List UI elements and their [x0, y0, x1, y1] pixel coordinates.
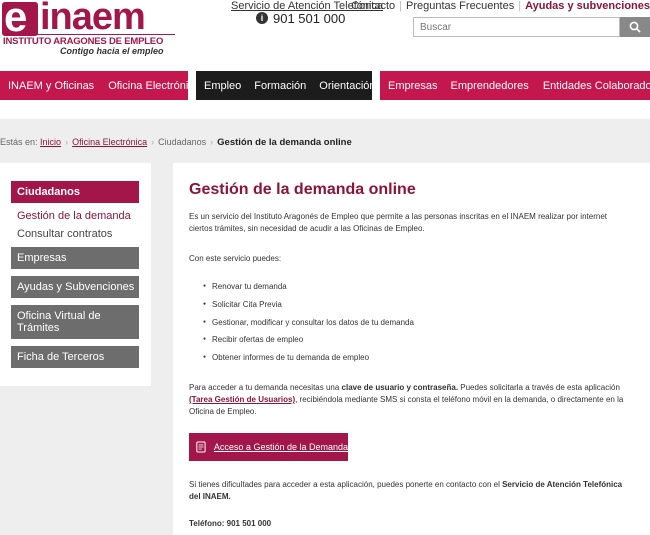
access-text-2: Puedes solicitarla a través de esta apli…: [458, 383, 620, 392]
nav-group-business: Empresas Emprendedores Entidades Colabor…: [380, 71, 650, 100]
sidebar-item-oficina-virtual[interactable]: Oficina Virtual de Trámites: [11, 305, 139, 339]
list-item: Solicitar Cita Previa: [203, 299, 414, 317]
services-heading: Con este servicio puedes:: [189, 254, 282, 263]
breadcrumb-separator: ›: [65, 137, 69, 147]
info-icon: i: [256, 12, 268, 24]
document-icon: [196, 441, 206, 453]
help-text: Si tienes dificultades para acceder a es…: [189, 479, 629, 503]
breadcrumb-oficina[interactable]: Oficina Electrónica: [72, 137, 147, 147]
search-input[interactable]: [413, 17, 620, 37]
breadcrumb-separator: ›: [151, 137, 155, 147]
nav-emprendedores[interactable]: Emprendedores: [451, 80, 529, 92]
search-icon: [629, 21, 641, 33]
phone-number: 901 501 000: [273, 11, 346, 26]
intro-text: Es un servicio del Instituto Aragonés de…: [189, 212, 607, 233]
access-credentials: clave de usuario y contraseña.: [341, 383, 459, 392]
sidebar: Ciudadanos Gestión de la demanda Consult…: [0, 163, 151, 386]
access-demand-button[interactable]: Acceso a Gestión de la Demanda: [189, 433, 348, 461]
sidebar-item-ciudadanos[interactable]: Ciudadanos: [11, 181, 139, 203]
nav-oficina-electronica[interactable]: Oficina Electrónica: [108, 80, 200, 92]
top-links: Contacto | Preguntas Frecuentes | Ayudas y s…: [351, 0, 650, 12]
sidebar-sub-gestion-demanda[interactable]: Gestión de la demanda: [17, 210, 131, 222]
main-content: Gestión de la demanda online Es un servi…: [173, 163, 650, 535]
nav-orientacion[interactable]: Orientación: [319, 80, 375, 92]
nav-empresas[interactable]: Empresas: [388, 80, 438, 92]
nav-inaem-oficinas[interactable]: INAEM y Oficinas: [8, 80, 94, 92]
separator: |: [399, 0, 402, 12]
list-item: Renovar tu demanda: [203, 281, 414, 299]
breadcrumb-prefix: Estás en:: [0, 137, 38, 147]
user-management-link[interactable]: (Tarea Gestión de Usuarios): [189, 395, 295, 404]
sidebar-item-empresas[interactable]: Empresas: [11, 247, 139, 269]
services-list: Renovar tu demanda Solicitar Cita Previa…: [203, 281, 414, 370]
logo-letter: e: [4, 0, 28, 40]
separator: |: [518, 0, 522, 12]
nav-entidades-colaboradoras[interactable]: Entidades Colaboradoras: [543, 80, 650, 92]
breadcrumb-ciudadanos: Ciudadanos: [158, 137, 207, 147]
logo-name: inaem: [40, 0, 146, 38]
access-text-1: Para acceder a tu demanda necesitas una: [189, 383, 342, 392]
sidebar-item-ficha-terceros[interactable]: Ficha de Terceros: [11, 346, 139, 368]
nav-group-institution: INAEM y Oficinas Oficina Electrónica: [0, 71, 200, 100]
sidebar-sub-consultar-contratos[interactable]: Consultar contratos: [17, 228, 112, 240]
search-box: [413, 17, 650, 37]
search-button[interactable]: [620, 17, 650, 37]
inaem-logo[interactable]: e inaem INSTITUTO ARAGONES DE EMPLEO Con…: [2, 0, 178, 64]
grants-link[interactable]: Ayudas y subvenciones: [525, 0, 650, 12]
nav-empleo[interactable]: Empleo: [204, 80, 241, 92]
nav-group-citizens: Empleo Formación Orientación: [196, 71, 376, 100]
list-item: Recibir ofertas de empleo: [203, 334, 414, 352]
contact-link[interactable]: Contacto: [351, 0, 395, 12]
phone-line: Teléfono: 901 501 000: [189, 519, 272, 528]
nav-formacion[interactable]: Formación: [254, 80, 306, 92]
page-title: Gestión de la demanda online: [189, 181, 416, 198]
help-text-1: Si tienes dificultades para acceder a es…: [189, 480, 503, 489]
list-item: Obtener informes de tu demanda de empleo: [203, 352, 414, 370]
breadcrumb-inicio[interactable]: Inicio: [40, 137, 61, 147]
logo-tagline: Contigo hacia el empleo: [60, 46, 164, 56]
access-button-label: Acceso a Gestión de la Demanda: [213, 442, 348, 452]
faq-link[interactable]: Preguntas Frecuentes: [406, 0, 514, 12]
breadcrumb-current: Gestión de la demanda online: [217, 137, 352, 148]
list-item: Gestionar, modificar y consultar los dat…: [203, 317, 414, 335]
main-nav: INAEM y Oficinas Oficina Electrónica Emp…: [0, 71, 650, 100]
access-instructions: Para acceder a tu demanda necesitas una …: [189, 382, 629, 418]
sidebar-item-ayudas[interactable]: Ayudas y Subvenciones: [11, 276, 139, 298]
logo-mark: e: [2, 0, 38, 40]
breadcrumb: Estás en: Inicio › Oficina Electrónica › Ciu…: [0, 137, 352, 148]
breadcrumb-separator: ›: [210, 137, 214, 147]
